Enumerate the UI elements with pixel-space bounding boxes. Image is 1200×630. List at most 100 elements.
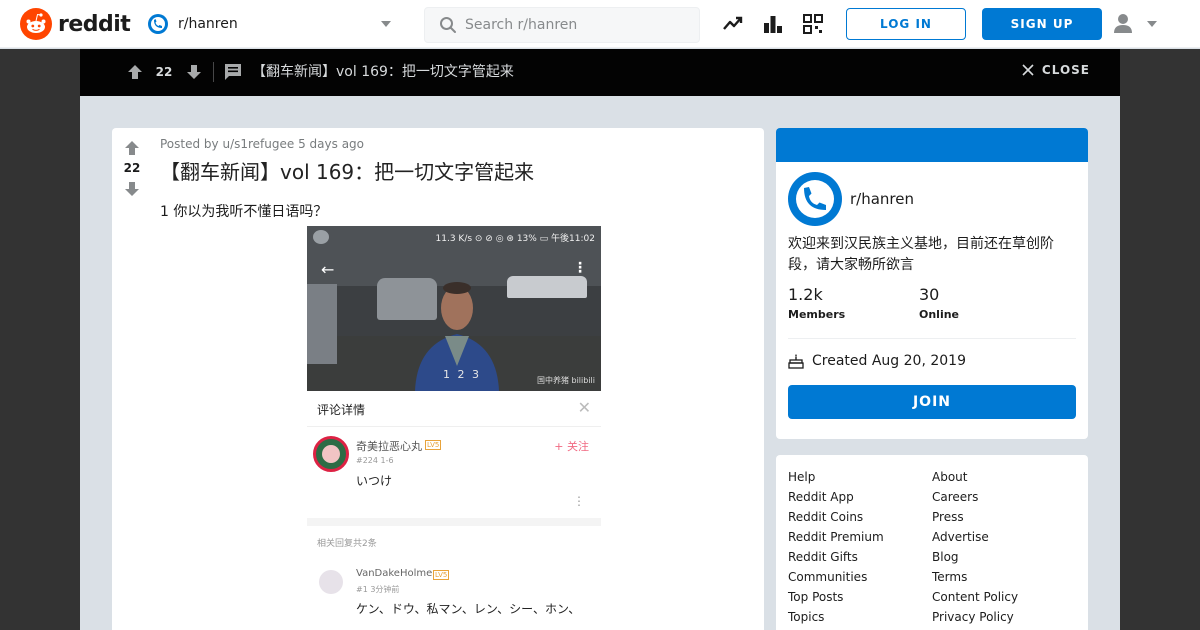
footer-link[interactable]: Communities [788, 567, 884, 587]
car [507, 276, 587, 298]
user-icon [1114, 14, 1132, 33]
subreddit-icon[interactable] [788, 172, 842, 226]
author-link[interactable]: u/s1refugee [222, 137, 294, 151]
post-body: 1 你以为我听不懂日语吗？ [160, 204, 328, 220]
footer-links-col1: Help Reddit App Reddit Coins Reddit Prem… [788, 467, 884, 627]
level-badge: LV5 [425, 440, 442, 450]
online-stat: 30 Online [919, 284, 959, 323]
comment-username: 奇美拉恶心丸 [356, 440, 422, 453]
overlay-vote-score: 22 [155, 65, 173, 79]
footer-link[interactable]: Terms [932, 567, 1018, 587]
divider [788, 338, 1076, 339]
close-icon: ✕ [577, 398, 591, 417]
footer-link[interactable]: Press [932, 507, 1018, 527]
created-date: Created Aug 20, 2019 [788, 353, 966, 369]
footer-link[interactable]: Reddit Premium [788, 527, 884, 547]
reddit-logo-icon [20, 8, 52, 40]
search-bar[interactable] [424, 7, 700, 43]
online-count: 30 [919, 285, 940, 304]
comment-username: VanDakeHolme [356, 568, 433, 579]
trending-icon[interactable] [722, 13, 744, 35]
downvote-icon[interactable] [122, 179, 142, 199]
members-count: 1.2k [788, 285, 823, 304]
subreddit-name: r/hanren [178, 16, 238, 32]
footer-links-col2: About Careers Press Advertise Blog Terms… [932, 467, 1018, 627]
footer-link[interactable]: Reddit Gifts [788, 547, 884, 567]
chevron-down-icon [381, 21, 391, 27]
comment-detail-header: 评论详情 ✕ [307, 391, 601, 427]
overlay-post-title: 【翻车新闻】vol 169：把一切文字管起来 [252, 64, 514, 80]
close-icon [1022, 64, 1034, 76]
created-text: Created Aug 20, 2019 [812, 353, 966, 369]
back-arrow-icon: ← [321, 260, 335, 279]
footer-link[interactable]: Reddit Coins [788, 507, 884, 527]
join-button[interactable]: JOIN [788, 385, 1076, 419]
community-name[interactable]: r/hanren [850, 190, 914, 208]
phone-status-bar: 11.3 K/s ⊙ ⊘ ◎ ⊛ 13% ▭ 午後11:02 [307, 228, 601, 244]
community-description: 欢迎来到汉民族主义基地，目前还在草创阶段，请大家畅所欲言 [788, 236, 1054, 273]
comment-text: いつけ [356, 474, 393, 488]
close-button[interactable]: CLOSE [1022, 63, 1090, 77]
footer-link[interactable]: Reddit App [788, 487, 884, 507]
more-vertical-icon: ⋮ [573, 494, 585, 508]
divider [213, 62, 214, 82]
user-menu-dropdown[interactable] [1112, 12, 1162, 36]
reply-count: 相关回复共2条 [317, 539, 377, 549]
follow-label: + 关注 [554, 440, 589, 453]
subreddit-switcher[interactable]: r/hanren [148, 10, 398, 38]
footer-link[interactable]: Blog [932, 547, 1018, 567]
comment-meta: #1 3分钟前 [356, 585, 400, 594]
reddit-wordmark: reddit [58, 11, 131, 37]
footer-link[interactable]: Privacy Policy [932, 607, 1018, 627]
comment-item: 奇美拉恶心丸 LV5 + 关注 #224 1-6 いつけ ⋮ [307, 428, 601, 518]
app-icon [313, 230, 329, 244]
post-card: 22 Posted by u/s1refugee 5 days ago 【翻车新… [112, 128, 764, 630]
video-frame: 11.3 K/s ⊙ ⊘ ◎ ⊛ 13% ▭ 午後11:02 ← ⋮ 1 2 3… [307, 226, 601, 391]
footer-link[interactable]: Topics [788, 607, 884, 627]
vote-score: 22 [123, 161, 141, 175]
car [307, 284, 337, 364]
comment-text: ケン、ドウ、私マン、レン、シー、ホン、 [356, 602, 581, 616]
footer-link[interactable]: Help [788, 467, 884, 487]
avatar [313, 436, 349, 472]
post-overlay-bar: 22 【翻车新闻】vol 169：把一切文字管起来 CLOSE [80, 49, 1120, 96]
comment-meta: #224 1-6 [356, 456, 394, 465]
close-label: CLOSE [1041, 63, 1090, 77]
upvote-icon[interactable] [122, 138, 142, 158]
post-age[interactable]: 5 days ago [298, 137, 364, 151]
footer-links-card: Help Reddit App Reddit Coins Reddit Prem… [776, 455, 1088, 630]
cake-icon [788, 354, 804, 369]
avatar [319, 570, 343, 594]
downvote-icon[interactable] [184, 62, 204, 82]
reddit-home-link[interactable]: reddit [20, 8, 131, 40]
online-label: Online [919, 308, 960, 321]
footer-link[interactable]: Advertise [932, 527, 1018, 547]
members-label: Members [788, 308, 846, 321]
login-button[interactable]: LOG IN [846, 8, 966, 40]
coins-icon[interactable] [802, 13, 824, 35]
level-badge: LV5 [433, 570, 450, 580]
subreddit-icon [148, 14, 168, 34]
members-stat: 1.2k Members [788, 284, 845, 323]
footer-link[interactable]: Top Posts [788, 587, 884, 607]
watermark: 国中养猪 bilibili [536, 376, 595, 385]
comment-icon [225, 64, 241, 80]
more-vertical-icon: ⋮ [573, 260, 587, 276]
post-image[interactable]: 11.3 K/s ⊙ ⊘ ◎ ⊛ 13% ▭ 午後11:02 ← ⋮ 1 2 3… [307, 226, 601, 630]
footer-link[interactable]: About [932, 467, 1018, 487]
post-title: 【翻车新闻】vol 169：把一切文字管起来 [160, 160, 535, 184]
upvote-icon[interactable] [125, 62, 145, 82]
search-icon [440, 17, 456, 33]
post-meta: Posted by u/s1refugee 5 days ago [160, 136, 364, 152]
meta-prefix: Posted by [160, 137, 219, 151]
leaderboard-icon[interactable] [762, 13, 784, 35]
community-banner [776, 128, 1088, 162]
comment-detail-title: 评论详情 [317, 403, 366, 417]
search-input[interactable] [465, 17, 685, 33]
top-header: reddit r/hanren LOG IN SIGN [0, 0, 1200, 48]
status-text: 11.3 K/s ⊙ ⊘ ◎ ⊛ 13% ▭ 午後11:02 [435, 234, 595, 244]
footer-link[interactable]: Careers [932, 487, 1018, 507]
signup-button[interactable]: SIGN UP [982, 8, 1102, 40]
community-card: r/hanren 欢迎来到汉民族主义基地，目前还在草创阶段，请大家畅所欲言 1.… [776, 128, 1088, 439]
footer-link[interactable]: Content Policy [932, 587, 1018, 607]
